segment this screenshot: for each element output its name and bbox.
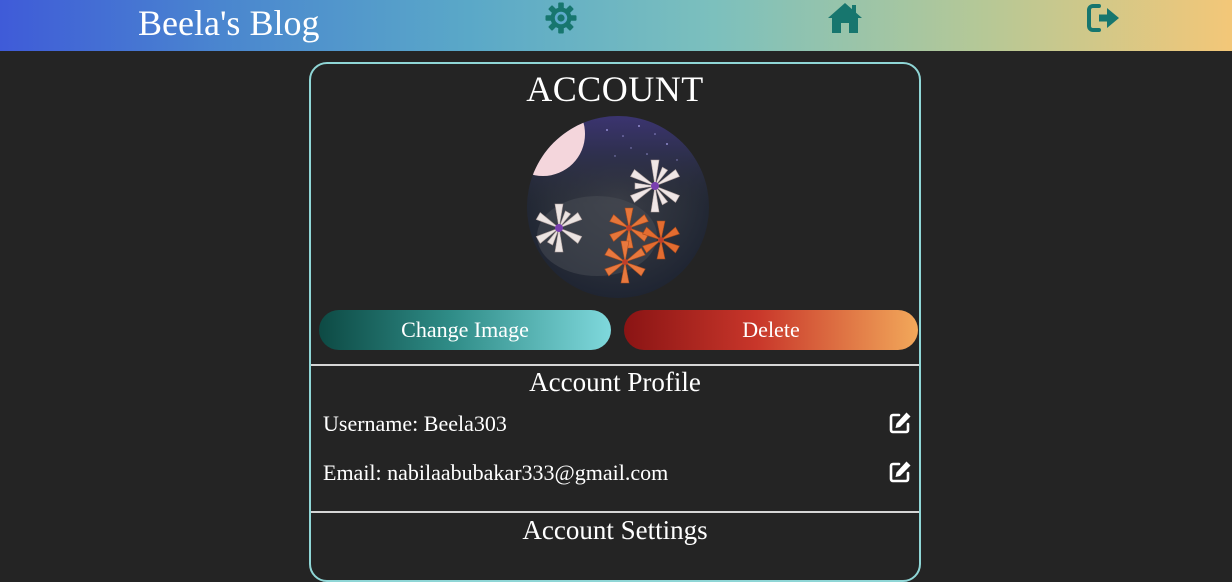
logout-nav-button[interactable] [1084, 0, 1124, 36]
brand-title[interactable]: Beela's Blog [138, 0, 319, 46]
username-row: Username: Beela303 [323, 411, 507, 436]
account-card: ACCOUNT Change Image Delete Account Prof… [309, 62, 921, 582]
delete-image-button[interactable]: Delete [624, 310, 918, 350]
section-divider [311, 364, 919, 366]
top-navbar: Beela's Blog [0, 0, 1232, 51]
home-nav-button[interactable] [825, 0, 865, 36]
edit-icon [889, 412, 911, 434]
logout-icon [1087, 3, 1119, 32]
account-profile-heading: Account Profile [529, 367, 701, 397]
change-image-button[interactable]: Change Image [319, 310, 611, 350]
email-row: Email: nabilaabubakar333@gmail.com [323, 460, 669, 485]
gear-icon [545, 2, 577, 34]
account-settings-heading: Account Settings [522, 515, 708, 545]
edit-username-button[interactable] [887, 410, 913, 436]
home-icon [828, 3, 862, 33]
profile-avatar [527, 116, 709, 298]
edit-email-button[interactable] [887, 459, 913, 485]
account-title: ACCOUNT [526, 69, 704, 109]
edit-icon [889, 461, 911, 483]
settings-nav-button[interactable] [541, 0, 581, 36]
section-divider [311, 511, 919, 513]
